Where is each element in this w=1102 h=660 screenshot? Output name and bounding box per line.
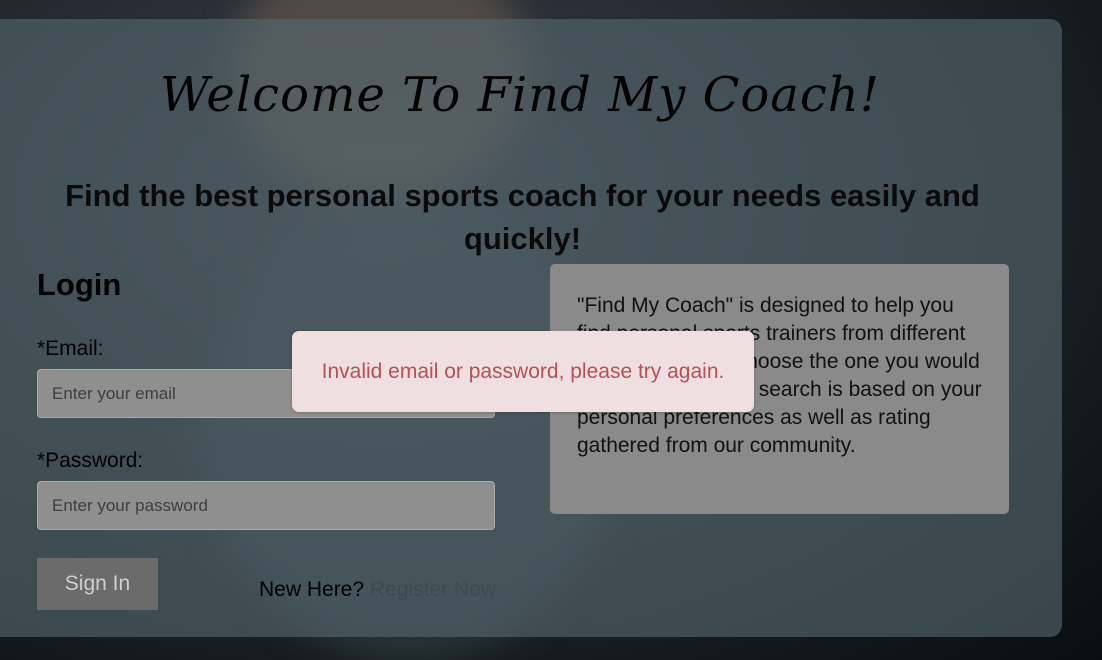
error-alert: Invalid email or password, please try ag…: [292, 331, 754, 412]
sign-in-button[interactable]: Sign In: [37, 558, 158, 610]
login-heading: Login: [37, 267, 122, 302]
page-title: Welcome To Find My Coach!: [160, 67, 880, 123]
register-now-link[interactable]: Register Now: [370, 578, 496, 601]
new-here-text: New Here?: [259, 578, 365, 601]
register-prompt: New Here? Register Now: [259, 578, 496, 602]
email-label: *Email:: [37, 337, 104, 360]
password-input[interactable]: [37, 481, 495, 530]
page-subtitle: Find the best personal sports coach for …: [65, 178, 980, 256]
password-label: *Password:: [37, 449, 144, 472]
